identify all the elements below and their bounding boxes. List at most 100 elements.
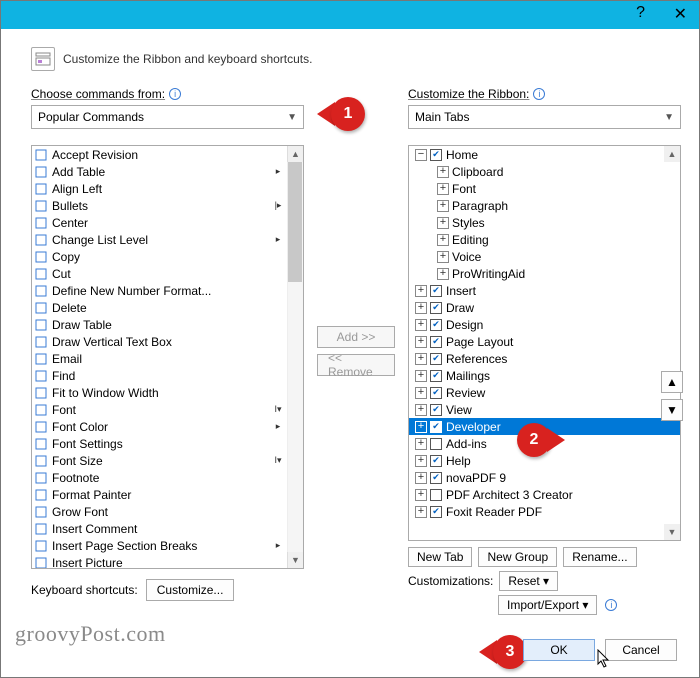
expand-toggle[interactable]: + — [415, 506, 427, 518]
ribbon-tree[interactable]: −Home+Clipboard+Font+Paragraph+Styles+Ed… — [408, 145, 681, 541]
expand-toggle[interactable]: + — [415, 438, 427, 450]
command-item[interactable]: Insert Comment — [32, 520, 303, 537]
expand-toggle[interactable]: + — [437, 166, 449, 178]
command-item[interactable]: Define New Number Format... — [32, 282, 303, 299]
tree-checkbox[interactable] — [430, 404, 442, 416]
tree-checkbox[interactable] — [430, 336, 442, 348]
tree-checkbox[interactable] — [430, 149, 442, 161]
expand-toggle[interactable]: + — [415, 489, 427, 501]
add-button[interactable]: Add >> — [317, 326, 395, 348]
tree-item-clipboard[interactable]: +Clipboard — [409, 163, 680, 180]
tree-checkbox[interactable] — [430, 455, 442, 467]
help-button[interactable]: ? — [636, 4, 645, 22]
move-up-button[interactable]: ▲ — [661, 371, 683, 393]
tree-checkbox[interactable] — [430, 506, 442, 518]
tree-checkbox[interactable] — [430, 387, 442, 399]
tree-checkbox[interactable] — [430, 472, 442, 484]
command-item[interactable]: Fit to Window Width — [32, 384, 303, 401]
tree-checkbox[interactable] — [430, 353, 442, 365]
tree-item-design[interactable]: +Design — [409, 316, 680, 333]
expand-toggle[interactable]: + — [415, 319, 427, 331]
command-item[interactable]: Footnote — [32, 469, 303, 486]
expand-toggle[interactable]: + — [437, 234, 449, 246]
expand-toggle[interactable]: + — [437, 251, 449, 263]
command-item[interactable]: Draw Vertical Text Box — [32, 333, 303, 350]
command-item[interactable]: Accept Revision — [32, 146, 303, 163]
expand-toggle[interactable]: + — [437, 268, 449, 280]
command-item[interactable]: Find — [32, 367, 303, 384]
expand-toggle[interactable]: + — [415, 353, 427, 365]
tree-checkbox[interactable] — [430, 438, 442, 450]
command-item[interactable]: Font Settings — [32, 435, 303, 452]
tree-item-review[interactable]: +Review — [409, 384, 680, 401]
customize-kb-button[interactable]: Customize... — [146, 579, 235, 601]
expand-toggle[interactable]: + — [437, 200, 449, 212]
command-item[interactable]: Draw Table — [32, 316, 303, 333]
command-item[interactable]: Insert Page Section Breaks▸ — [32, 537, 303, 554]
tree-checkbox[interactable] — [430, 421, 442, 433]
tree-checkbox[interactable] — [430, 489, 442, 501]
new-tab-button[interactable]: New Tab — [408, 547, 472, 567]
info-icon[interactable]: i — [605, 599, 617, 611]
choose-commands-dropdown[interactable]: Popular Commands ▼ — [31, 105, 304, 129]
new-group-button[interactable]: New Group — [478, 547, 557, 567]
tree-item-novapdf-9[interactable]: +novaPDF 9 — [409, 469, 680, 486]
scroll-down-button[interactable]: ▼ — [664, 524, 680, 540]
tree-checkbox[interactable] — [430, 302, 442, 314]
customize-ribbon-dropdown[interactable]: Main Tabs ▼ — [408, 105, 681, 129]
expand-toggle[interactable]: + — [415, 421, 427, 433]
remove-button[interactable]: << Remove — [317, 354, 395, 376]
command-item[interactable]: Change List Level▸ — [32, 231, 303, 248]
tree-item-styles[interactable]: +Styles — [409, 214, 680, 231]
import-export-dropdown[interactable]: Import/Export ▾ — [498, 595, 597, 615]
scrollbar-thumb[interactable] — [288, 162, 302, 282]
close-button[interactable]: ✕ — [674, 4, 687, 24]
info-icon[interactable]: i — [533, 88, 545, 100]
expand-toggle[interactable]: + — [437, 217, 449, 229]
reset-dropdown[interactable]: Reset ▾ — [499, 571, 558, 591]
tree-item-draw[interactable]: +Draw — [409, 299, 680, 316]
expand-toggle[interactable]: + — [415, 302, 427, 314]
tree-item-foxit-reader-pdf[interactable]: +Foxit Reader PDF — [409, 503, 680, 520]
tree-checkbox[interactable] — [430, 285, 442, 297]
expand-toggle[interactable]: + — [415, 404, 427, 416]
commands-listbox[interactable]: Accept RevisionAdd Table▸Align LeftBulle… — [31, 145, 304, 569]
expand-toggle[interactable]: + — [415, 336, 427, 348]
command-item[interactable]: Font SizeI▾ — [32, 452, 303, 469]
command-item[interactable]: Delete — [32, 299, 303, 316]
scroll-up-button[interactable]: ▲ — [287, 146, 303, 162]
command-item[interactable]: Add Table▸ — [32, 163, 303, 180]
tree-item-mailings[interactable]: +Mailings — [409, 367, 680, 384]
tree-item-pdf-architect-3-creator[interactable]: +PDF Architect 3 Creator — [409, 486, 680, 503]
command-item[interactable]: Cut — [32, 265, 303, 282]
tree-item-view[interactable]: +View — [409, 401, 680, 418]
scroll-down-button[interactable]: ▼ — [287, 552, 303, 568]
tree-item-paragraph[interactable]: +Paragraph — [409, 197, 680, 214]
command-item[interactable]: Insert Picture — [32, 554, 303, 569]
ok-button[interactable]: OK — [523, 639, 595, 661]
tree-item-editing[interactable]: +Editing — [409, 231, 680, 248]
command-item[interactable]: Bullets|▸ — [32, 197, 303, 214]
rename-button[interactable]: Rename... — [563, 547, 636, 567]
expand-toggle[interactable]: + — [437, 183, 449, 195]
tree-checkbox[interactable] — [430, 319, 442, 331]
tree-item-home[interactable]: −Home — [409, 146, 680, 163]
expand-toggle[interactable]: + — [415, 370, 427, 382]
command-item[interactable]: Font Color▸ — [32, 418, 303, 435]
expand-toggle[interactable]: − — [415, 149, 427, 161]
info-icon[interactable]: i — [169, 88, 181, 100]
command-item[interactable]: FontI▾ — [32, 401, 303, 418]
cancel-button[interactable]: Cancel — [605, 639, 677, 661]
expand-toggle[interactable]: + — [415, 285, 427, 297]
tree-item-page-layout[interactable]: +Page Layout — [409, 333, 680, 350]
tree-item-prowritingaid[interactable]: +ProWritingAid — [409, 265, 680, 282]
command-item[interactable]: Align Left — [32, 180, 303, 197]
command-item[interactable]: Grow Font — [32, 503, 303, 520]
move-down-button[interactable]: ▼ — [661, 399, 683, 421]
command-item[interactable]: Center — [32, 214, 303, 231]
command-item[interactable]: Format Painter — [32, 486, 303, 503]
tree-item-font[interactable]: +Font — [409, 180, 680, 197]
tree-item-voice[interactable]: +Voice — [409, 248, 680, 265]
scroll-up-button[interactable]: ▲ — [664, 146, 680, 162]
tree-item-insert[interactable]: +Insert — [409, 282, 680, 299]
